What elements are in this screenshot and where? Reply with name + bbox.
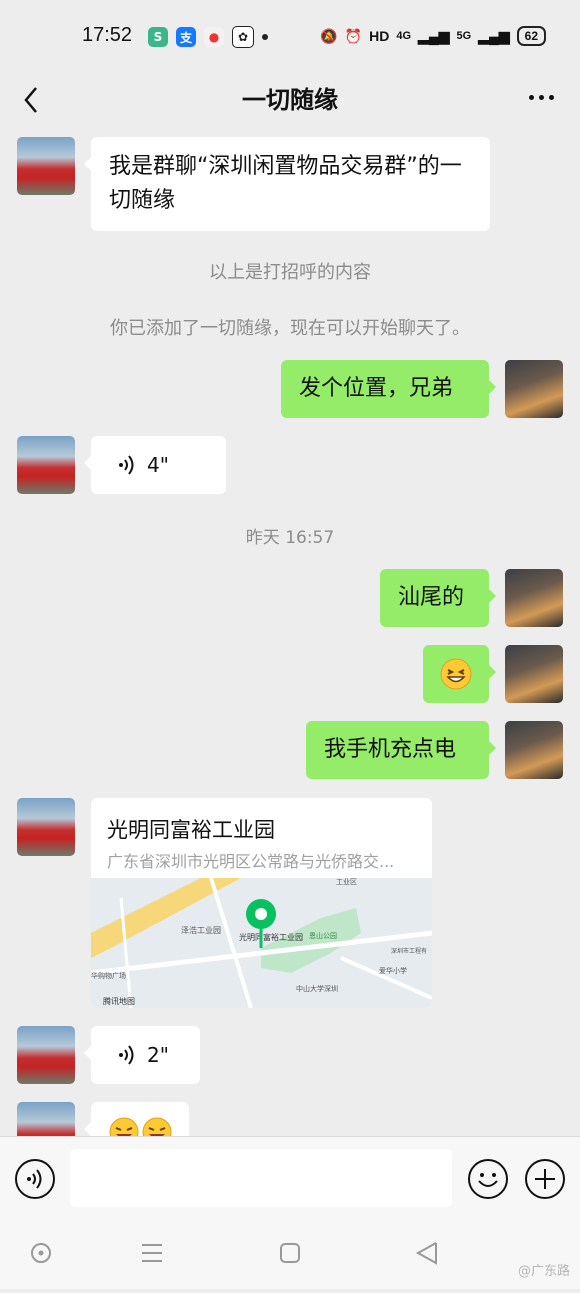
alarm-icon: ⏰ [344, 27, 363, 44]
voice-input-icon [27, 1169, 42, 1189]
map-label: 爱华小学 [379, 966, 407, 975]
voice-message-bubble[interactable]: 2" [84, 1026, 200, 1084]
plus-icon [535, 1169, 555, 1189]
location-title: 光明同富裕工业园 [107, 818, 275, 842]
map-label: 华购物广场 [91, 971, 126, 980]
emoji-message-bubble[interactable] [84, 1102, 189, 1136]
map-brand-label: 腾讯地图 [103, 996, 135, 1006]
map-label: 工业区 [336, 878, 357, 886]
signal-icon-2: ▂▄▆ [478, 27, 510, 44]
message-text: 发个位置，兄弟 [299, 376, 454, 401]
nav-buttons [31, 1242, 437, 1265]
notification-dot-icon [262, 34, 268, 40]
my-avatar[interactable] [505, 569, 563, 627]
home-nav-icon [280, 1243, 300, 1263]
message-bubble-incoming[interactable]: 我是群聊“深圳闲置物品交易群”的一切随缘 [84, 137, 490, 231]
status-bar: 17:52 S 支 ● ✿ 🔕 ⏰ HD 4G ▂▄▆ 5G ▂▄▆ 62 [0, 0, 580, 70]
status-right: 🔕 ⏰ HD 4G ▂▄▆ 5G ▂▄▆ 62 [320, 26, 546, 46]
voice-wave-icon [119, 455, 134, 475]
system-nav-bar: @广东路 [0, 1220, 580, 1289]
shield-app-icon: S [148, 27, 168, 47]
voice-duration: 2" [147, 1043, 169, 1067]
emoji-button[interactable] [468, 1159, 508, 1199]
my-avatar[interactable] [505, 645, 563, 703]
more-dot-icon [548, 94, 554, 100]
chat-messages[interactable]: 我是群聊“深圳闲置物品交易群”的一切随缘 以上是打招呼的内容 你已添加了一切随缘… [0, 128, 580, 1136]
assistant-nav-icon [31, 1243, 51, 1263]
contact-avatar[interactable] [17, 1102, 75, 1136]
back-nav-icon [415, 1242, 437, 1265]
map-label: 恩山公园 [309, 931, 337, 940]
message-bubble-outgoing[interactable]: 发个位置，兄弟 [281, 360, 496, 418]
chat-header: 一切随缘 [0, 70, 580, 128]
system-message: 你已添加了一切随缘，现在可以开始聊天了。 [110, 318, 470, 339]
baidu-icon: ✿ [232, 26, 254, 48]
battery-icon: 62 [516, 26, 546, 46]
hd-label: HD [369, 28, 390, 44]
status-app-icons: S 支 ● ✿ [148, 26, 268, 48]
map-label: 泽浩工业园 [181, 925, 221, 935]
message-bubble-outgoing[interactable]: 汕尾的 [380, 569, 496, 627]
more-dot-icon [528, 94, 534, 100]
contact-avatar[interactable] [17, 137, 75, 195]
location-map-thumbnail: 泽浩工业园 光明同富裕工业园 恩山公园 爱华小学 中山大学深圳 华购物广场 工业… [91, 878, 432, 1008]
chat-title: 一切随缘 [242, 86, 338, 114]
my-avatar[interactable] [505, 721, 563, 779]
message-input[interactable] [70, 1149, 452, 1207]
voice-content: 2" [91, 1026, 200, 1084]
smiley-icon [478, 1173, 498, 1187]
status-time: 17:52 [82, 24, 133, 46]
contact-avatar[interactable] [17, 798, 75, 856]
message-text: 汕尾的 [398, 585, 465, 610]
voice-duration: 4" [147, 453, 169, 477]
location-message-card[interactable]: 光明同富裕工业园 广东省深圳市光明区公常路与光侨路交... 泽浩工业园 光明同富… [91, 798, 432, 1008]
alipay-icon: 支 [176, 27, 196, 47]
crying-laughing-emoji-icon [109, 1117, 172, 1136]
network-5g-label: 5G [456, 30, 472, 42]
message-text: 我是群聊“深圳闲置物品交易群”的一切随缘 [109, 154, 462, 213]
more-options-button[interactable] [522, 82, 560, 112]
more-features-button[interactable] [525, 1159, 565, 1199]
message-bubble-outgoing[interactable]: 我手机充点电 [306, 721, 496, 779]
watermark: @广东路 [517, 1264, 570, 1279]
location-address: 广东省深圳市光明区公常路与光侨路交... [107, 852, 395, 871]
system-message: 以上是打招呼的内容 [209, 262, 371, 283]
map-label: 中山大学深圳 [296, 984, 338, 993]
map-label: 光明同富裕工业园 [239, 932, 303, 942]
voice-wave-icon [119, 1045, 134, 1065]
contact-avatar[interactable] [17, 436, 75, 494]
timestamp: 昨天 16:57 [245, 528, 335, 548]
menu-nav-icon [142, 1244, 162, 1262]
voice-input-button[interactable] [15, 1159, 55, 1199]
more-dot-icon [538, 94, 544, 100]
network-4g-label: 4G [396, 30, 412, 42]
input-bar [0, 1136, 580, 1221]
voice-content: 4" [91, 436, 226, 494]
grin-emoji-icon [440, 658, 472, 690]
voice-message-bubble[interactable]: 4" [84, 436, 226, 494]
maps-icon: ● [204, 27, 224, 47]
map-label: 深圳市工程有 [391, 947, 427, 955]
my-avatar[interactable] [505, 360, 563, 418]
mute-bell-icon: 🔕 [320, 27, 338, 44]
contact-avatar[interactable] [17, 1026, 75, 1084]
signal-icon: ▂▄▆ [418, 27, 450, 44]
emoji-message-bubble[interactable] [423, 645, 496, 703]
message-text: 我手机充点电 [324, 737, 457, 762]
